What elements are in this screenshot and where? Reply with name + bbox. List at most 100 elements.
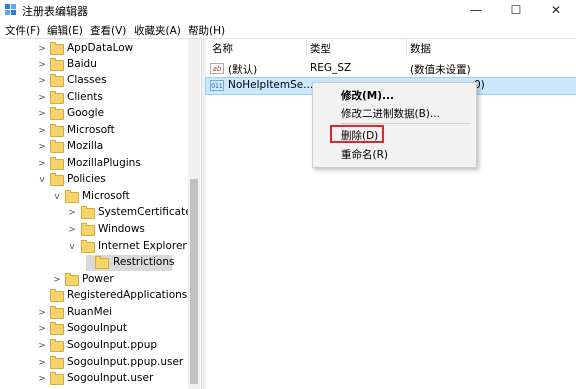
chevron-right-icon[interactable]: > [37,355,47,371]
delete-highlight-box [330,125,384,143]
tree-scrollbar[interactable] [188,39,200,389]
menu-help[interactable]: 帮助(H) [188,23,225,38]
chevron-right-icon[interactable]: > [37,57,47,73]
menu-edit[interactable]: 编辑(E) [47,23,83,38]
context-menu: 修改(M)... 修改二进制数据(B)... 删除(D) 重命名(R) [312,82,477,168]
tree-item-appdatalow[interactable]: > AppDataLow [0,41,188,57]
menu-file[interactable]: 文件(F) [5,23,40,38]
tree-item-label: SystemCertificates [98,206,198,218]
chevron-right-icon[interactable]: > [37,41,47,57]
tree-item-label: Windows [98,223,145,235]
folder-icon [50,140,64,153]
menu-bar: 文件(F) 编辑(E) 查看(V) 收藏夹(A) 帮助(H) [0,21,576,38]
registry-key-tree: > AppDataLow > Baidu > Classes > Clients… [0,39,200,389]
tree-item-label: Restrictions [113,256,175,268]
tree-item-policies-microsoft[interactable]: v Microsoft [0,189,188,205]
registry-editor-icon [5,4,16,15]
tree-item-baidu[interactable]: > Baidu [0,57,188,73]
tree-item-power[interactable]: > Power [0,272,188,288]
chevron-right-icon[interactable]: > [37,73,47,89]
chevron-right-icon[interactable]: > [37,156,47,172]
minimize-button[interactable]: — [456,0,496,20]
chevron-down-icon[interactable]: v [52,189,62,205]
tree-item-label: SogouInput [67,322,128,334]
value-data: (数值未设置) [410,64,471,76]
table-row[interactable]: ab (默认) REG_SZ (数值未设置) [206,61,576,77]
folder-icon [50,74,64,87]
menu-view[interactable]: 查看(V) [90,23,126,38]
tree-item-registeredapplications[interactable]: RegisteredApplications [0,288,188,304]
tree-item-classes[interactable]: > Classes [0,73,188,89]
value-name: (默认) [228,64,258,76]
folder-icon [50,289,64,302]
column-divider[interactable] [306,39,307,57]
folder-icon [50,124,64,137]
chevron-right-icon[interactable]: > [37,371,47,387]
tree-item-sogouinput-ppup-user[interactable]: > SogouInput.ppup.user [0,355,188,371]
folder-open-icon [50,173,64,186]
tree-item-label: Classes [67,74,107,86]
chevron-right-icon[interactable]: > [37,305,47,321]
folder-icon [50,58,64,71]
folder-icon [50,339,64,352]
chevron-right-icon[interactable]: > [67,222,77,238]
tree-item-label: Google [67,107,105,119]
chevron-right-icon[interactable]: > [37,123,47,139]
tree-item-ruanmei[interactable]: > RuanMei [0,305,188,321]
tree-item-policies[interactable]: v Policies [0,172,188,188]
tree-item-label: Microsoft [67,124,115,136]
binary-value-icon: 011 [210,80,224,91]
maximize-button[interactable]: ☐ [496,0,536,20]
folder-icon [65,273,79,286]
folder-icon [81,206,95,219]
folder-icon [50,107,64,120]
chevron-right-icon[interactable]: > [37,338,47,354]
tree-item-internet-explorer[interactable]: v Internet Explorer [0,239,188,255]
tree-item-sogouinput-ppup[interactable]: > SogouInput.ppup [0,338,188,354]
tree-item-sogouinput-user[interactable]: > SogouInput.user [0,371,188,387]
chevron-right-icon[interactable]: > [52,272,62,288]
tree-item-label: MozillaPlugins [67,157,141,169]
tree-item-mozilla[interactable]: > Mozilla [0,139,188,155]
column-header-name[interactable]: 名称 [212,41,233,57]
column-divider[interactable] [406,39,407,57]
chevron-right-icon[interactable]: > [37,106,47,122]
chevron-right-icon[interactable]: > [37,139,47,155]
chevron-right-icon[interactable]: > [37,321,47,337]
context-menu-rename[interactable]: 重命名(R) [341,147,388,162]
menu-favorites[interactable]: 收藏夹(A) [134,23,181,38]
tree-item-mozillaplugins[interactable]: > MozillaPlugins [0,156,188,172]
tree-item-clients[interactable]: > Clients [0,90,188,106]
tree-item-label: Microsoft [82,190,130,202]
tree-item-systemcertificates[interactable]: > SystemCertificates [0,205,197,221]
tree-item-windows[interactable]: > Windows [0,222,188,238]
tree-item-google[interactable]: > Google [0,106,188,122]
folder-icon [50,372,64,385]
folder-icon [50,42,64,55]
chevron-right-icon[interactable]: > [67,205,77,221]
chevron-down-icon[interactable]: v [67,239,77,255]
tree-item-label: Internet Explorer [98,240,187,252]
tree-item-sogouinput[interactable]: > SogouInput [0,321,188,337]
tree-item-label: AppDataLow [67,42,134,54]
column-header-data[interactable]: 数据 [410,41,431,57]
folder-icon [50,322,64,335]
chevron-down-icon[interactable]: v [37,172,47,188]
tree-item-label: SogouInput.user [67,372,154,384]
folder-icon [81,223,95,236]
folder-open-icon [65,190,79,203]
tree-item-microsoft[interactable]: > Microsoft [0,123,188,139]
close-button[interactable]: ✕ [536,0,576,20]
tree-item-label: Clients [67,91,103,103]
chevron-right-icon[interactable]: > [37,90,47,106]
string-value-icon: ab [210,63,224,74]
column-header-type[interactable]: 类型 [310,41,331,57]
tree-item-label: SogouInput.ppup.user [67,356,184,368]
scrollbar-thumb[interactable] [190,179,198,384]
tree-item-restrictions[interactable]: Restrictions [86,255,175,271]
value-name: NoHelpItemSe... [228,79,314,91]
menu-separator [341,123,471,124]
context-menu-modify-binary[interactable]: 修改二进制数据(B)... [341,106,440,121]
context-menu-modify[interactable]: 修改(M)... [341,88,394,103]
title-bar: 注册表编辑器 — ☐ ✕ [0,0,576,20]
